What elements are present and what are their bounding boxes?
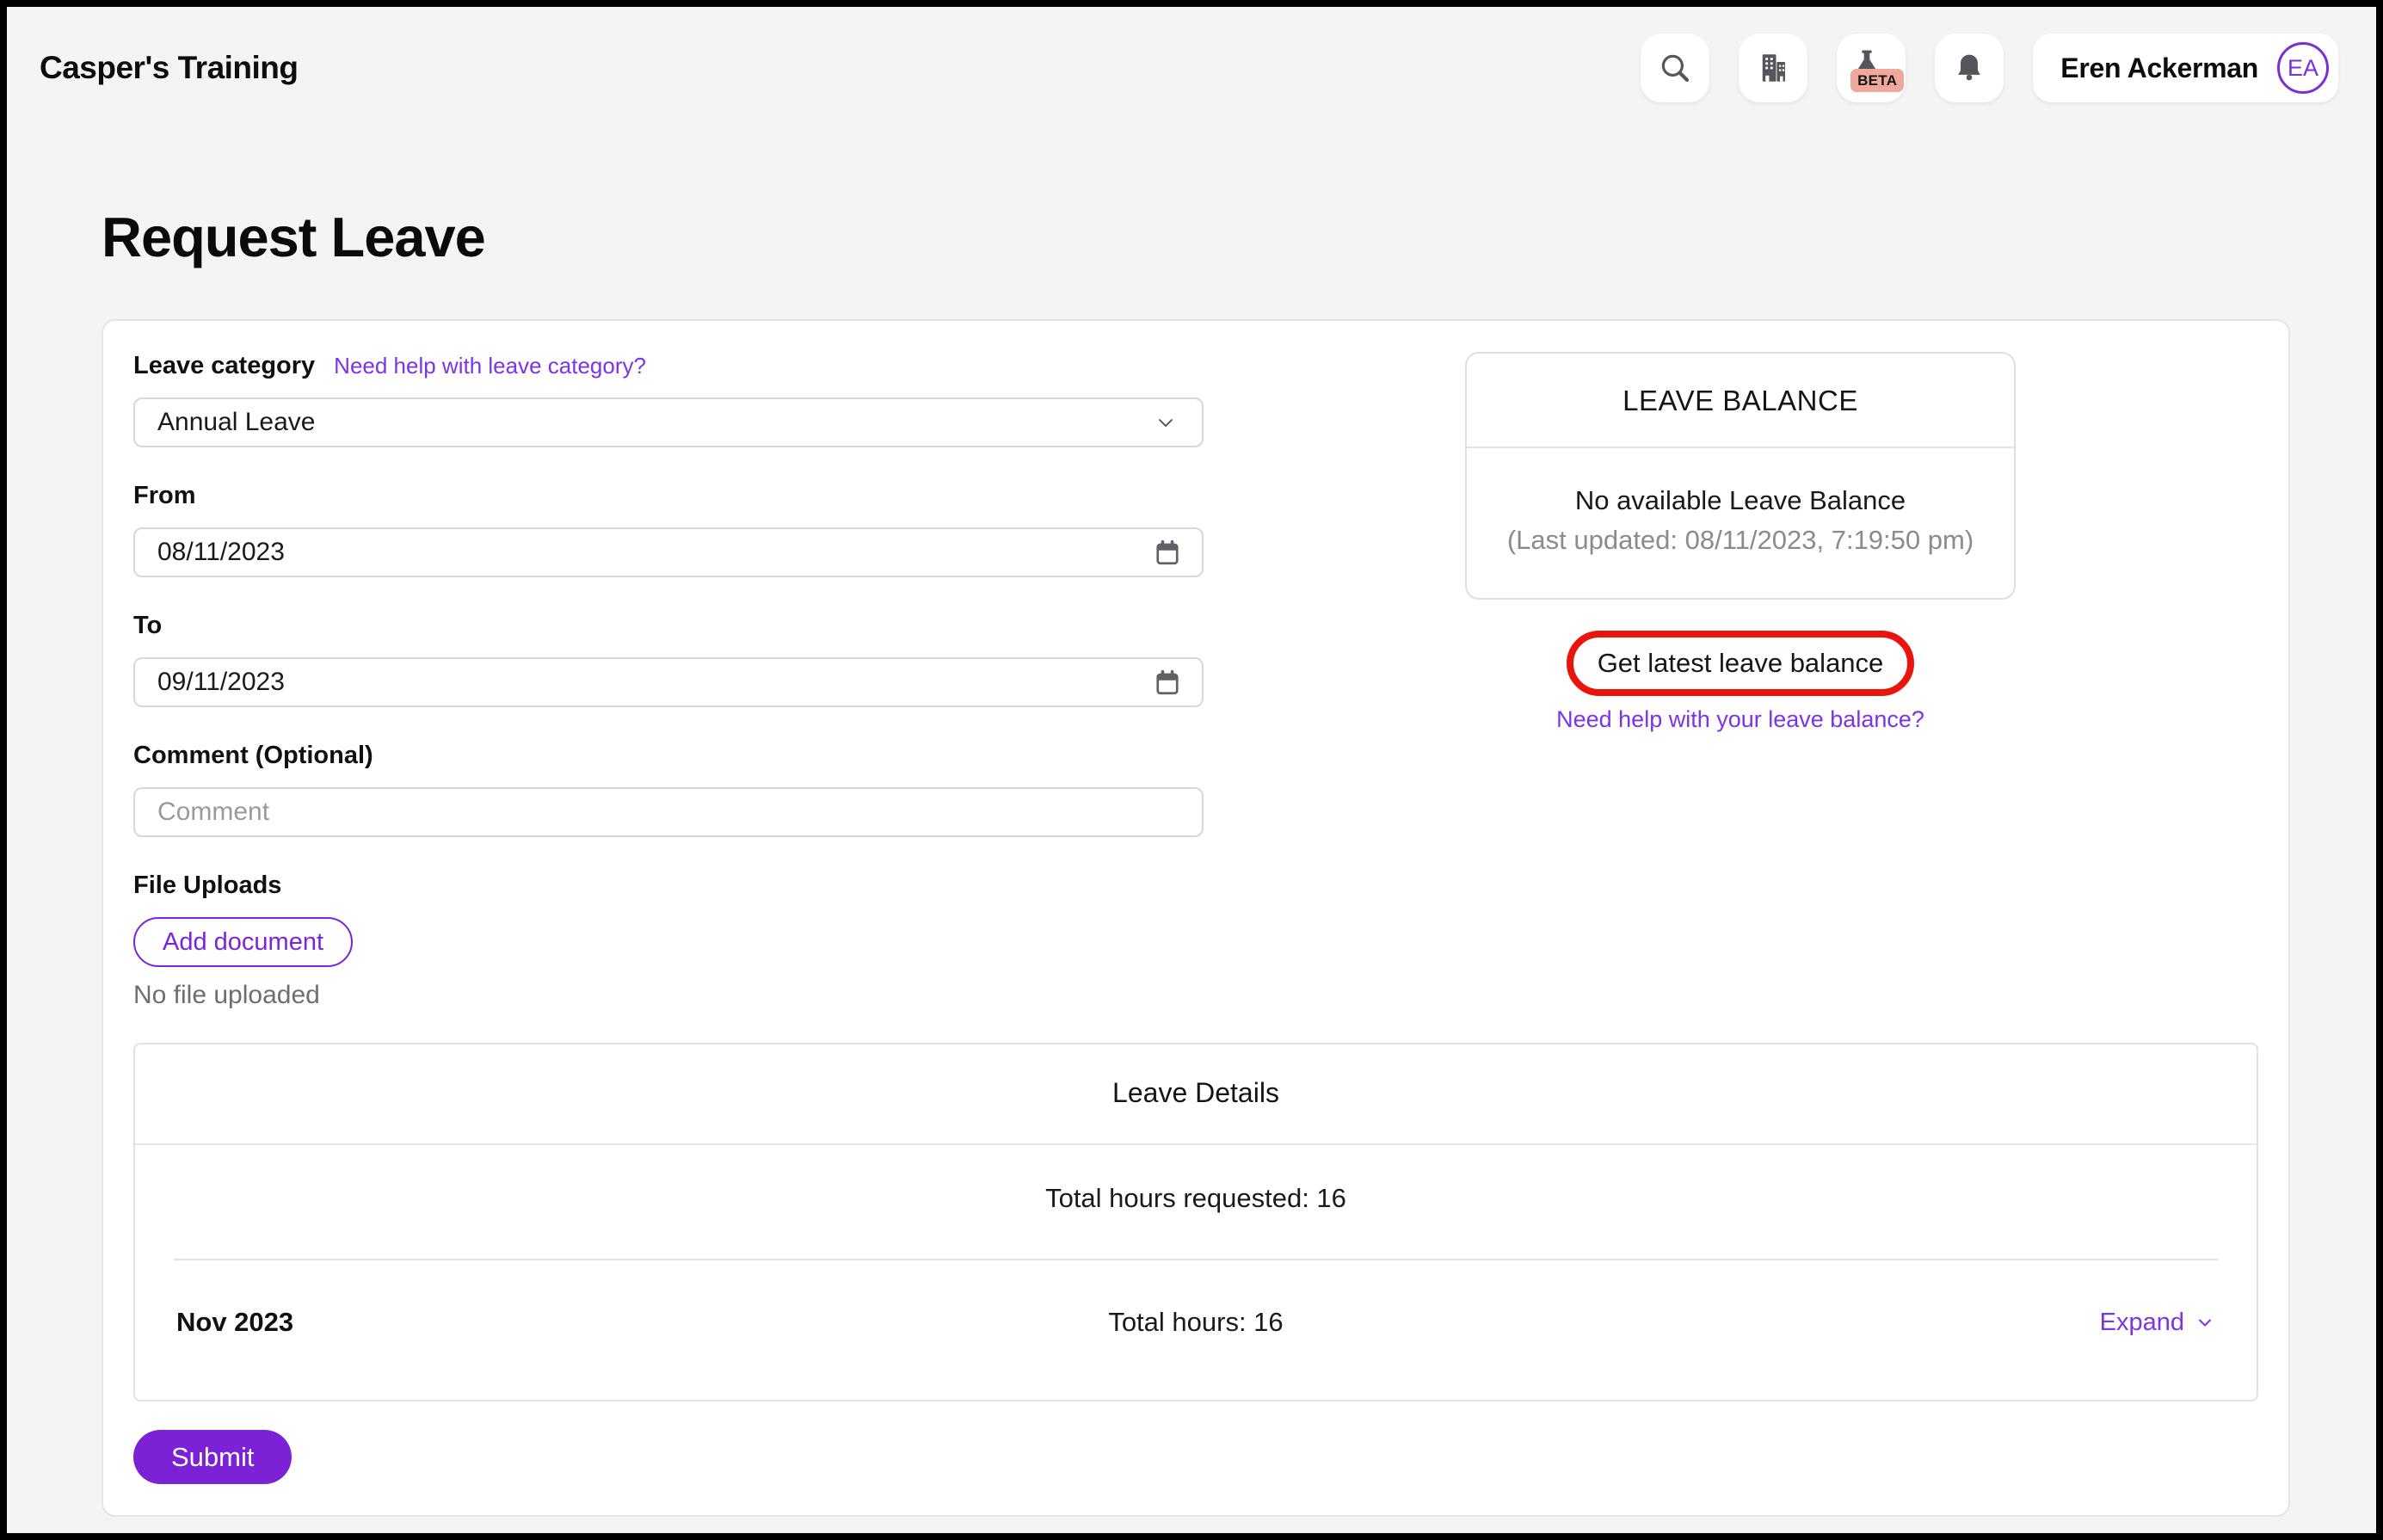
leave-category-value: Annual Leave	[157, 408, 316, 437]
search-button[interactable]	[1641, 34, 1709, 102]
leave-balance-last-updated: (Last updated: 08/11/2023, 7:19:50 pm)	[1479, 521, 2002, 560]
form-columns: Leave category Need help with leave cate…	[133, 352, 2258, 1010]
leave-balance-status: No available Leave Balance	[1479, 481, 2002, 521]
row-total-hours: Total hours: 16	[135, 1307, 2257, 1338]
annotation-wrap: Get latest leave balance	[1465, 631, 2016, 696]
file-uploads-label: File Uploads	[133, 872, 1204, 900]
search-icon	[1657, 50, 1693, 86]
from-date-input[interactable]	[133, 527, 1204, 577]
leave-details-table: Leave Details Total hours requested: 16 …	[133, 1043, 2258, 1401]
expand-label: Expand	[2100, 1309, 2184, 1337]
to-date-input[interactable]	[133, 657, 1204, 707]
leave-category-label: Leave category	[133, 352, 315, 380]
leave-balance-card: LEAVE BALANCE No available Leave Balance…	[1465, 352, 2016, 600]
topbar: Casper's Training	[7, 7, 2376, 103]
table-row: Nov 2023 Total hours: 16 Expand	[135, 1260, 2257, 1400]
chevron-down-icon	[1154, 410, 1178, 434]
beta-features-button[interactable]: BETA	[1837, 34, 1906, 102]
leave-balance-title: LEAVE BALANCE	[1467, 354, 2014, 448]
expand-button[interactable]: Expand	[2100, 1309, 2215, 1337]
leave-details-title: Leave Details	[135, 1044, 2257, 1145]
red-circle-annotation: Get latest leave balance	[1567, 631, 1915, 696]
from-date-field	[133, 527, 1204, 577]
leave-balance-panel: LEAVE BALANCE No available Leave Balance…	[1465, 352, 2016, 733]
leave-form: Leave category Need help with leave cate…	[133, 352, 1204, 1010]
from-label: From	[133, 482, 1204, 510]
leave-category-label-row: Leave category Need help with leave cate…	[133, 352, 1204, 380]
beta-badge: BETA	[1850, 69, 1904, 92]
get-latest-leave-balance-button[interactable]: Get latest leave balance	[1579, 641, 1903, 686]
comment-field	[133, 787, 1204, 837]
request-leave-card: Leave category Need help with leave cate…	[102, 319, 2290, 1517]
to-date-field	[133, 657, 1204, 707]
topbar-actions: BETA Eren Ackerman EA	[1641, 34, 2338, 102]
calendar-icon[interactable]	[1152, 537, 1183, 568]
leave-category-help-link[interactable]: Need help with leave category?	[334, 353, 646, 379]
user-menu[interactable]: Eren Ackerman EA	[2033, 34, 2338, 102]
bell-icon	[1951, 50, 1987, 86]
page-title: Request Leave	[102, 205, 2376, 269]
total-hours-requested: Total hours requested: 16	[135, 1145, 2257, 1259]
calendar-icon[interactable]	[1152, 667, 1183, 698]
chevron-down-icon	[2195, 1312, 2215, 1333]
submit-button[interactable]: Submit	[133, 1430, 292, 1484]
comment-input[interactable]	[133, 787, 1204, 837]
building-icon	[1755, 50, 1791, 86]
user-name: Eren Ackerman	[2060, 52, 2258, 84]
no-file-uploaded-text: No file uploaded	[133, 981, 1204, 1010]
to-label: To	[133, 612, 1204, 640]
comment-label: Comment (Optional)	[133, 742, 1204, 770]
company-button[interactable]	[1739, 34, 1807, 102]
leave-balance-help-link[interactable]: Need help with your leave balance?	[1465, 706, 2016, 733]
app-title: Casper's Training	[40, 50, 299, 86]
add-document-button[interactable]: Add document	[133, 917, 353, 967]
notifications-button[interactable]	[1935, 34, 2004, 102]
leave-category-select[interactable]: Annual Leave	[133, 397, 1204, 447]
avatar: EA	[2277, 42, 2329, 94]
leave-balance-body: No available Leave Balance (Last updated…	[1467, 448, 2014, 598]
